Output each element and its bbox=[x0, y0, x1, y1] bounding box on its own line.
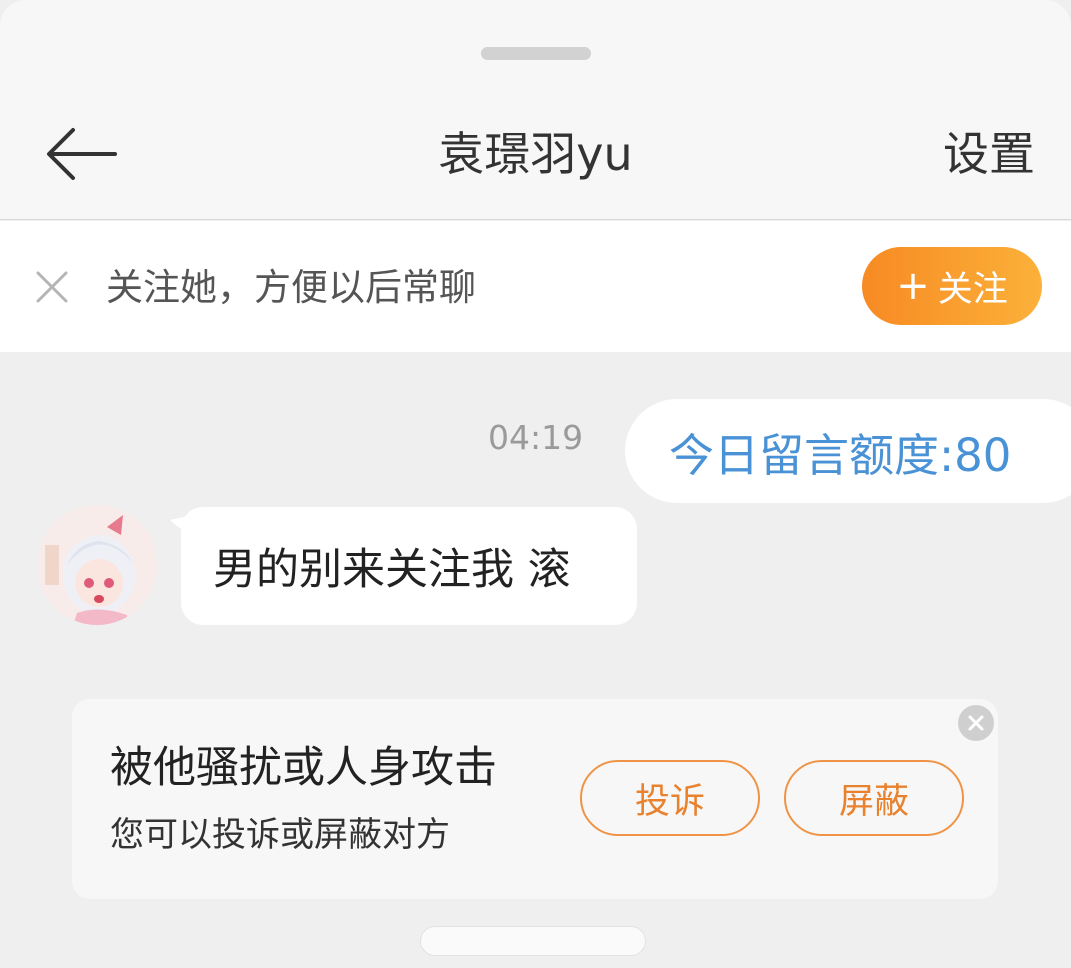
follow-button[interactable]: + 关注 bbox=[862, 247, 1042, 325]
avatar[interactable] bbox=[37, 505, 157, 625]
report-card-title: 被他骚扰或人身攻击 bbox=[110, 743, 497, 793]
message-timestamp: 04:19 bbox=[488, 418, 584, 457]
drag-handle[interactable] bbox=[481, 47, 591, 60]
incoming-message-bubble[interactable]: 男的别来关注我 滚 bbox=[181, 507, 637, 625]
chat-sheet: 袁璟羽yu 设置 关注她，方便以后常聊 + 关注 04:19 今日留言额度:80 bbox=[0, 0, 1071, 968]
report-button[interactable]: 投诉 bbox=[580, 760, 760, 836]
dismiss-follow-button[interactable] bbox=[30, 262, 74, 312]
close-icon bbox=[36, 271, 68, 303]
follow-prompt-text: 关注她，方便以后常聊 bbox=[106, 266, 476, 309]
card-close-button[interactable] bbox=[958, 705, 994, 741]
incoming-message-text: 男的别来关注我 滚 bbox=[213, 545, 571, 595]
outgoing-message-bubble[interactable]: 今日留言额度:80 bbox=[625, 399, 1071, 503]
page-title: 袁璟羽yu bbox=[438, 127, 633, 181]
plus-icon: + bbox=[896, 263, 930, 309]
outgoing-message-text: 今日留言额度:80 bbox=[669, 428, 1012, 482]
block-button[interactable]: 屏蔽 bbox=[784, 760, 964, 836]
close-circle-icon bbox=[968, 715, 984, 731]
follow-button-label: 关注 bbox=[937, 269, 1008, 310]
report-card: 被他骚扰或人身攻击 您可以投诉或屏蔽对方 投诉 屏蔽 bbox=[72, 699, 998, 899]
avatar-image bbox=[37, 505, 157, 625]
settings-button[interactable]: 设置 bbox=[943, 122, 1035, 186]
bottom-input-bar[interactable] bbox=[420, 926, 646, 956]
report-card-subtitle: 您可以投诉或屏蔽对方 bbox=[110, 815, 450, 855]
header: 袁璟羽yu 设置 bbox=[0, 0, 1071, 220]
